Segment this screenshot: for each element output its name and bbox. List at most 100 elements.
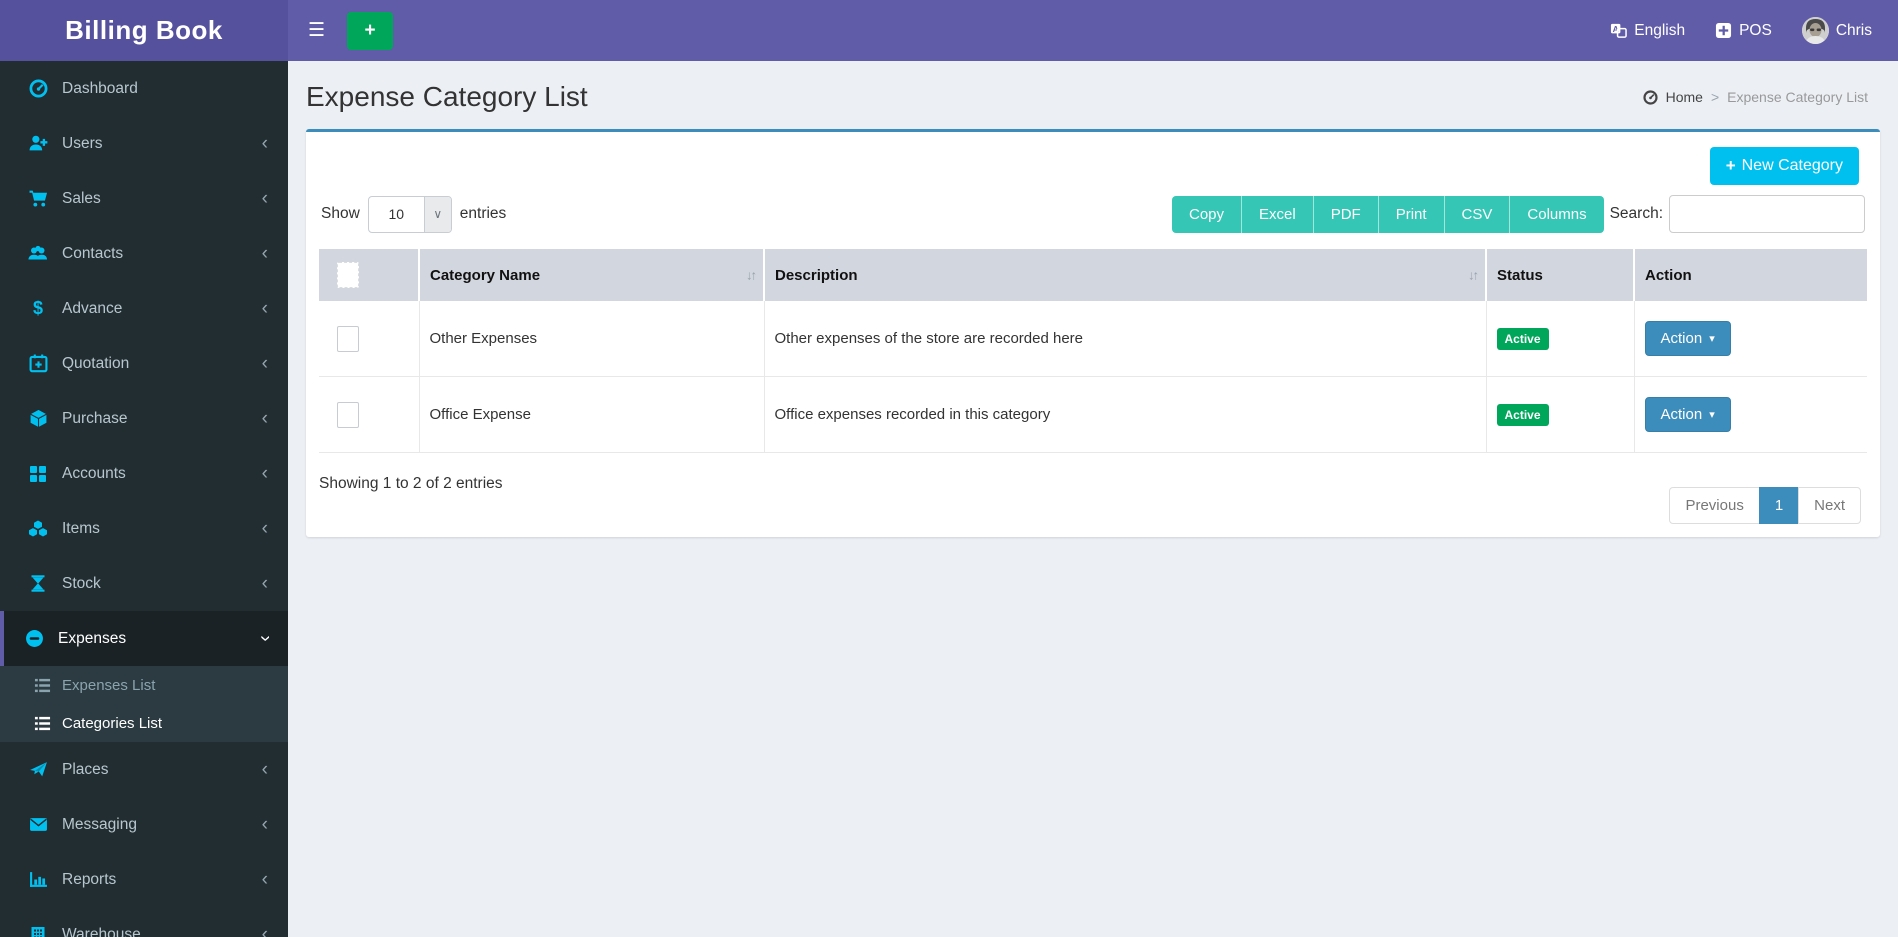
search-label: Search:	[1609, 205, 1663, 222]
sidebar-item-quotation[interactable]: Quotation ‹	[0, 336, 288, 391]
language-menu[interactable]: A English	[1610, 22, 1685, 40]
row-checkbox[interactable]	[337, 401, 359, 428]
description-cell: Office expenses recorded in this categor…	[763, 376, 1486, 453]
sidebar-subitem-label: Expenses List	[62, 676, 156, 694]
entries-label: entries	[459, 205, 507, 222]
caret-down-icon: ▾	[1709, 409, 1715, 421]
sidebar-item-label: Stock	[62, 574, 101, 592]
minus-circle-icon	[22, 629, 46, 648]
main-content: Expense Category List Home > Expense Cat…	[288, 61, 1898, 937]
page-number-button[interactable]: 1	[1758, 487, 1800, 524]
column-header-status: Status	[1485, 249, 1634, 301]
sidebar-item-dashboard[interactable]: Dashboard	[0, 61, 288, 116]
sidebar-item-accounts[interactable]: Accounts ‹	[0, 446, 288, 501]
next-page-button[interactable]: Next	[1798, 487, 1861, 524]
select-all-checkbox[interactable]	[337, 262, 359, 288]
breadcrumb-current: Expense Category List	[1727, 89, 1868, 105]
caret-down-icon: ▾	[1709, 333, 1715, 345]
language-label: English	[1634, 21, 1686, 39]
pdf-button[interactable]: PDF	[1312, 195, 1378, 233]
chevron-left-icon: ‹	[261, 573, 268, 594]
action-dropdown-button[interactable]: Action ▾	[1644, 321, 1731, 356]
chevron-left-icon: ‹	[261, 353, 268, 374]
sidebar-item-sales[interactable]: Sales ‹	[0, 171, 288, 226]
previous-page-button[interactable]: Previous	[1669, 487, 1760, 524]
sidebar-item-messaging[interactable]: Messaging ‹	[0, 797, 288, 852]
show-label: Show	[321, 205, 360, 222]
cubes-icon	[26, 519, 50, 538]
chevron-left-icon: ‹	[261, 298, 268, 319]
sidebar: Dashboard Users ‹ Sales ‹ Contacts ‹ $ A…	[0, 61, 288, 937]
new-category-label: New Category	[1741, 157, 1843, 174]
plus-square-icon	[1715, 22, 1732, 39]
new-category-button[interactable]: + New Category	[1709, 147, 1859, 185]
column-header-action: Action	[1633, 249, 1867, 301]
table-info: Showing 1 to 2 of 2 entries	[319, 475, 503, 492]
sidebar-item-contacts[interactable]: Contacts ‹	[0, 226, 288, 281]
pagination: Previous 1 Next	[1669, 487, 1861, 524]
page-title: Expense Category List	[306, 81, 588, 112]
row-checkbox[interactable]	[337, 325, 359, 352]
sidebar-subitem-categories-list[interactable]: Categories List	[0, 704, 288, 742]
print-button[interactable]: Print	[1377, 195, 1444, 233]
sort-icon: ↓↑	[1468, 267, 1479, 283]
sidebar-item-users[interactable]: Users ‹	[0, 116, 288, 171]
brand-logo[interactable]: Billing Book	[0, 0, 288, 61]
sidebar-item-label: Purchase	[62, 409, 128, 427]
search-input[interactable]	[1669, 195, 1865, 233]
sidebar-item-label: Contacts	[62, 244, 124, 262]
sidebar-item-reports[interactable]: Reports ‹	[0, 852, 288, 907]
sort-icon: ↓↑	[746, 267, 757, 283]
csv-button[interactable]: CSV	[1443, 195, 1510, 233]
sidebar-item-purchase[interactable]: Purchase ‹	[0, 391, 288, 446]
chevron-down-icon: ∨	[423, 196, 451, 232]
page-length-select[interactable]: 10 ∨	[367, 195, 452, 233]
pos-menu[interactable]: POS	[1715, 22, 1772, 40]
excel-button[interactable]: Excel	[1241, 195, 1313, 233]
category-name-cell: Office Expense	[418, 376, 764, 453]
category-name-cell: Other Expenses	[418, 301, 764, 377]
quick-add-button[interactable]: +	[347, 11, 394, 50]
sidebar-item-expenses[interactable]: Expenses ‹	[0, 611, 288, 666]
sidebar-item-label: Accounts	[62, 464, 126, 482]
sidebar-item-advance[interactable]: $ Advance ‹	[0, 281, 288, 336]
breadcrumb-home-link[interactable]: Home	[1666, 89, 1703, 105]
language-icon: A	[1610, 22, 1628, 39]
pos-label: POS	[1739, 21, 1772, 39]
table-row: Office Expense Office expenses recorded …	[319, 376, 1867, 453]
sidebar-item-label: Users	[62, 134, 103, 152]
user-menu[interactable]: Chris	[1801, 17, 1872, 44]
copy-button[interactable]: Copy	[1171, 195, 1242, 233]
breadcrumb-separator: >	[1710, 89, 1720, 105]
sidebar-item-stock[interactable]: Stock ‹	[0, 556, 288, 611]
building-icon	[26, 926, 50, 937]
category-table: Category Name ↓↑ Description ↓↑ Status Act…	[319, 249, 1867, 453]
sidebar-item-label: Dashboard	[62, 79, 138, 97]
columns-button[interactable]: Columns	[1509, 195, 1604, 233]
grid-icon	[26, 465, 50, 483]
chevron-left-icon: ‹	[261, 869, 268, 890]
hourglass-icon	[26, 574, 50, 593]
sidebar-item-label: Places	[62, 760, 109, 778]
sidebar-toggle-icon[interactable]: ☰	[288, 0, 339, 61]
chevron-left-icon: ‹	[261, 463, 268, 484]
sidebar-item-places[interactable]: Places ‹	[0, 742, 288, 797]
chevron-left-icon: ‹	[261, 924, 268, 937]
sidebar-item-warehouse[interactable]: Warehouse ‹	[0, 907, 288, 937]
calendar-plus-icon	[26, 354, 50, 373]
dollar-icon: $	[32, 298, 43, 318]
sidebar-item-label: Items	[62, 519, 100, 537]
column-header-category-name[interactable]: Category Name ↓↑	[418, 249, 764, 301]
app-window: Billing Book ☰ + A English POS Chris Das…	[0, 0, 1898, 937]
plus-icon: +	[1725, 156, 1736, 175]
list-icon	[32, 715, 52, 732]
action-dropdown-button[interactable]: Action ▾	[1644, 397, 1731, 432]
sidebar-item-items[interactable]: Items ‹	[0, 501, 288, 556]
chevron-down-icon: ‹	[254, 635, 276, 642]
status-badge: Active	[1496, 403, 1549, 426]
sidebar-subitem-expenses-list[interactable]: Expenses List	[0, 666, 288, 704]
chevron-left-icon: ‹	[261, 188, 268, 209]
sidebar-item-label: Warehouse	[62, 925, 141, 937]
chevron-left-icon: ‹	[261, 518, 268, 539]
column-header-description[interactable]: Description ↓↑	[763, 249, 1486, 301]
